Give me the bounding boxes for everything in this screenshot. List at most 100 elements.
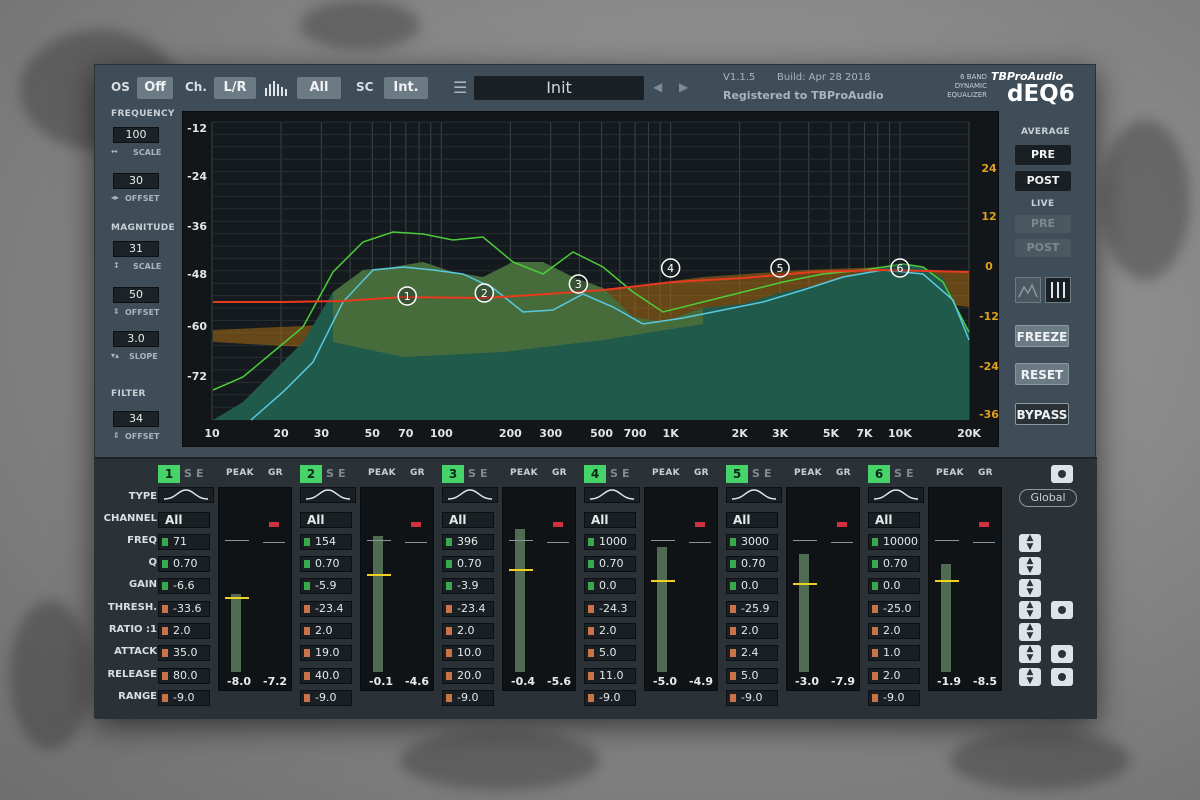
band-2-solo[interactable]: S [326, 467, 334, 480]
band-4-range[interactable]: -9.0 [584, 690, 636, 706]
band-6-toggle[interactable]: 6 [868, 465, 890, 483]
band-5-gain[interactable]: 0.0 [726, 578, 778, 594]
view-mode-curve-icon[interactable] [1015, 277, 1041, 303]
band-2-release[interactable]: 40.0 [300, 668, 352, 684]
freeze-button[interactable]: FREEZE [1015, 325, 1069, 347]
band-2-thresh[interactable]: -23.4 [300, 601, 352, 617]
eq-graph-canvas[interactable]: 10 20 30 50 70 100 200 300 500 700 1K 2K 3K 5K 7K 10K 20… [183, 112, 1000, 448]
mag-offset-field[interactable]: 50 [113, 287, 159, 303]
band-6-type-icon[interactable] [868, 487, 924, 503]
band-5-solo[interactable]: S [752, 467, 760, 480]
band-1-thresh[interactable]: -33.6 [158, 601, 210, 617]
band-4-ratio[interactable]: 2.0 [584, 623, 636, 639]
band-3-ratio[interactable]: 2.0 [442, 623, 494, 639]
band-3-solo[interactable]: S [468, 467, 476, 480]
reset-button[interactable]: RESET [1015, 363, 1069, 385]
band-3-q[interactable]: 0.70 [442, 556, 494, 572]
band-1-toggle[interactable]: 1 [158, 465, 180, 483]
band-2-freq[interactable]: 154 [300, 534, 352, 550]
slope-field[interactable]: 3.0 [113, 331, 159, 347]
band-4-solo[interactable]: S [610, 467, 618, 480]
prev-preset-icon[interactable]: ◀ [653, 80, 662, 94]
global-toggle-button[interactable] [1051, 465, 1073, 483]
channel-button[interactable]: L/R [214, 77, 256, 99]
band-1-ratio[interactable]: 2.0 [158, 623, 210, 639]
freq-scale-field[interactable]: 100 [113, 127, 159, 143]
link-arrows-6[interactable]: ▲ ▼ [1019, 668, 1041, 686]
band-2-attack[interactable]: 19.0 [300, 645, 352, 661]
band-6-freq[interactable]: 10000 [868, 534, 920, 550]
band-5-enable[interactable]: E [764, 467, 772, 480]
band-1-type-icon[interactable] [158, 487, 214, 503]
band-2-channel[interactable]: All [300, 512, 352, 528]
band-6-range[interactable]: -9.0 [868, 690, 920, 706]
band-6-gain[interactable]: 0.0 [868, 578, 920, 594]
view-mode-bars-icon[interactable] [1045, 277, 1071, 303]
band-5-attack[interactable]: 2.4 [726, 645, 778, 661]
band-2-q[interactable]: 0.70 [300, 556, 352, 572]
band-5-channel[interactable]: All [726, 512, 778, 528]
band-5-type-icon[interactable] [726, 487, 782, 503]
band-1-release[interactable]: 80.0 [158, 668, 210, 684]
band-1-freq[interactable]: 71 [158, 534, 210, 550]
band-4-enable[interactable]: E [622, 467, 630, 480]
band-6-enable[interactable]: E [906, 467, 914, 480]
eq-graph[interactable]: 10 20 30 50 70 100 200 300 500 700 1K 2K 3K 5K 7K 10K 20… [182, 111, 999, 447]
link-arrows-2[interactable]: ▲ ▼ [1019, 579, 1041, 597]
link-arrows-3[interactable]: ▲ ▼ [1019, 601, 1041, 619]
band-6-attack[interactable]: 1.0 [868, 645, 920, 661]
band-1-enable[interactable]: E [196, 467, 204, 480]
link-toggle-2[interactable] [1051, 668, 1073, 686]
band-6-ratio[interactable]: 2.0 [868, 623, 920, 639]
band-3-release[interactable]: 20.0 [442, 668, 494, 684]
band-1-range[interactable]: -9.0 [158, 690, 210, 706]
band-3-channel[interactable]: All [442, 512, 494, 528]
filter-field[interactable]: 34 [113, 411, 159, 427]
live-pre-button[interactable]: PRE [1015, 215, 1071, 233]
bypass-button[interactable]: BYPASS [1015, 403, 1069, 425]
link-toggle-1[interactable] [1051, 645, 1073, 663]
band-2-ratio[interactable]: 2.0 [300, 623, 352, 639]
band-6-q[interactable]: 0.70 [868, 556, 920, 572]
band-5-freq[interactable]: 3000 [726, 534, 778, 550]
band-1-q[interactable]: 0.70 [158, 556, 210, 572]
band-4-release[interactable]: 11.0 [584, 668, 636, 684]
preset-display[interactable]: Init [474, 76, 644, 100]
band-5-q[interactable]: 0.70 [726, 556, 778, 572]
band-2-toggle[interactable]: 2 [300, 465, 322, 483]
link-toggle-0[interactable] [1051, 601, 1073, 619]
band-4-toggle[interactable]: 4 [584, 465, 606, 483]
band-1-attack[interactable]: 35.0 [158, 645, 210, 661]
band-3-type-icon[interactable] [442, 487, 498, 503]
band-2-range[interactable]: -9.0 [300, 690, 352, 706]
next-preset-icon[interactable]: ▶ [679, 80, 688, 94]
band-3-range[interactable]: -9.0 [442, 690, 494, 706]
band-6-release[interactable]: 2.0 [868, 668, 920, 684]
band-3-freq[interactable]: 396 [442, 534, 494, 550]
band-3-gain[interactable]: -3.9 [442, 578, 494, 594]
link-arrows-0[interactable]: ▲ ▼ [1019, 534, 1041, 552]
band-4-attack[interactable]: 5.0 [584, 645, 636, 661]
band-1-solo[interactable]: S [184, 467, 192, 480]
band-4-freq[interactable]: 1000 [584, 534, 636, 550]
band-3-toggle[interactable]: 3 [442, 465, 464, 483]
band-4-channel[interactable]: All [584, 512, 636, 528]
link-arrows-4[interactable]: ▲ ▼ [1019, 623, 1041, 641]
band-1-channel[interactable]: All [158, 512, 210, 528]
os-button[interactable]: Off [137, 77, 173, 99]
band-5-ratio[interactable]: 2.0 [726, 623, 778, 639]
band-5-thresh[interactable]: -25.9 [726, 601, 778, 617]
band-3-thresh[interactable]: -23.4 [442, 601, 494, 617]
menu-icon[interactable]: ☰ [453, 78, 467, 97]
band-3-enable[interactable]: E [480, 467, 488, 480]
band-2-gain[interactable]: -5.9 [300, 578, 352, 594]
band-4-thresh[interactable]: -24.3 [584, 601, 636, 617]
band-5-range[interactable]: -9.0 [726, 690, 778, 706]
band-5-release[interactable]: 5.0 [726, 668, 778, 684]
band-6-channel[interactable]: All [868, 512, 920, 528]
link-arrows-5[interactable]: ▲ ▼ [1019, 645, 1041, 663]
sidechain-button[interactable]: Int. [384, 77, 428, 99]
band-4-type-icon[interactable] [584, 487, 640, 503]
band-4-q[interactable]: 0.70 [584, 556, 636, 572]
global-button[interactable]: Global [1019, 489, 1077, 507]
